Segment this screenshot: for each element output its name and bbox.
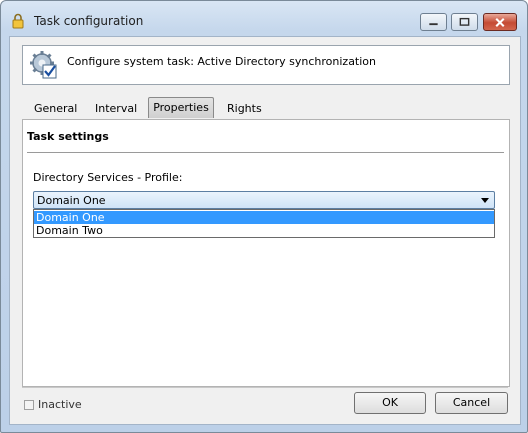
profile-dropdown-list: Domain One Domain Two bbox=[33, 209, 495, 238]
chevron-down-icon[interactable] bbox=[481, 198, 489, 203]
section-title: Task settings bbox=[27, 130, 109, 143]
close-button[interactable] bbox=[483, 13, 517, 31]
window-title: Task configuration bbox=[34, 14, 144, 28]
profile-field-label: Directory Services - Profile: bbox=[33, 171, 183, 184]
maximize-button[interactable] bbox=[451, 13, 478, 31]
minimize-icon bbox=[429, 23, 438, 26]
tab-properties[interactable]: Properties bbox=[148, 97, 214, 118]
section-divider bbox=[27, 152, 504, 153]
profile-option[interactable]: Domain Two bbox=[34, 224, 494, 237]
tab-interval[interactable]: Interval bbox=[95, 101, 137, 118]
inactive-label[interactable]: Inactive bbox=[38, 398, 82, 411]
lock-icon bbox=[12, 13, 24, 29]
inactive-checkbox[interactable] bbox=[24, 400, 34, 410]
task-configuration-window: Task configuration Configure system task… bbox=[0, 0, 528, 433]
tab-strip: General Interval Properties Rights bbox=[22, 97, 508, 119]
tab-general[interactable]: General bbox=[34, 101, 77, 118]
gear-check-icon bbox=[30, 51, 57, 79]
profile-select[interactable]: Domain One bbox=[33, 191, 495, 209]
tab-rights[interactable]: Rights bbox=[227, 101, 262, 118]
ok-button[interactable]: OK bbox=[354, 392, 426, 414]
footer-divider bbox=[22, 387, 508, 388]
properties-page: Task settings Directory Services - Profi… bbox=[22, 119, 510, 387]
minimize-button[interactable] bbox=[420, 13, 447, 31]
profile-select-value: Domain One bbox=[37, 194, 106, 207]
profile-option[interactable]: Domain One bbox=[34, 211, 494, 224]
dialog-body: Configure system task: Active Directory … bbox=[9, 36, 521, 425]
close-icon bbox=[495, 17, 505, 27]
task-header-text: Configure system task: Active Directory … bbox=[67, 55, 377, 68]
dialog-footer: Inactive OK Cancel bbox=[10, 387, 520, 424]
maximize-icon bbox=[459, 17, 470, 26]
cancel-button[interactable]: Cancel bbox=[435, 392, 508, 414]
task-header: Configure system task: Active Directory … bbox=[22, 45, 510, 85]
